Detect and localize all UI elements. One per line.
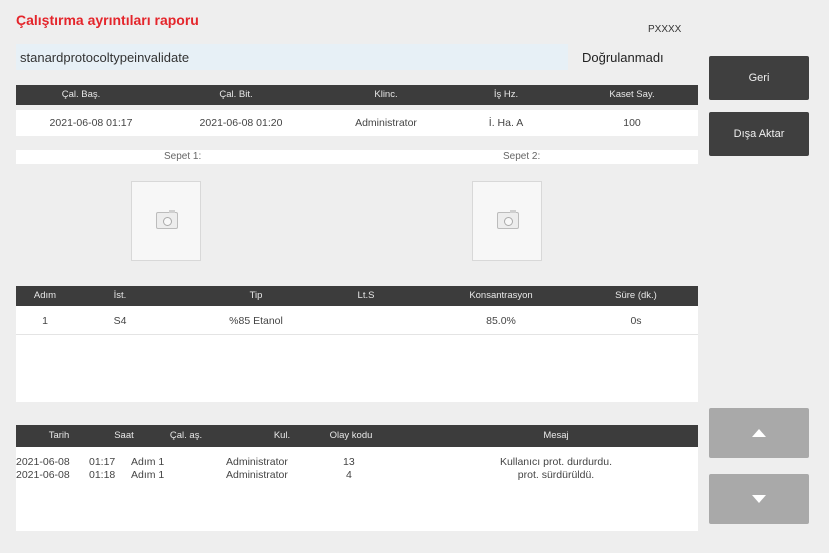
step-row[interactable]: 1 S4 %85 Etanol 85.0% 0s: [16, 310, 698, 330]
col-run-step: Çal. aş.: [169, 430, 203, 441]
col-date: Tarih: [48, 430, 70, 441]
report-title: Çalıştırma ayrıntıları raporu: [16, 12, 199, 28]
col-event-user: Kul.: [273, 430, 291, 441]
step-station: S4: [113, 315, 127, 327]
workflow-value: İ. Ha. A: [488, 117, 524, 129]
validation-status: Doğrulanmadı: [582, 50, 664, 65]
event-code: 4: [346, 469, 352, 481]
row-divider: [16, 334, 698, 335]
event-table-body: 2021-06-08 01:17 Adım 1 Administrator 13…: [16, 447, 698, 531]
run-start-value: 2021-06-08 01:17: [49, 117, 133, 129]
step-concentration: 85.0%: [486, 315, 516, 327]
camera-icon: [156, 210, 178, 229]
event-row[interactable]: 2021-06-08 01:17 Adım 1 Administrator 13…: [16, 456, 698, 468]
col-run-end: Çal. Bit.: [219, 89, 253, 100]
event-message: prot. sürdürüldü.: [517, 469, 595, 481]
col-step: Adım: [33, 290, 57, 301]
event-date: 2021-06-08: [16, 469, 70, 481]
user-value: Administrator: [355, 117, 417, 129]
col-message: Mesaj: [543, 430, 569, 441]
export-button[interactable]: Dışa Aktar: [709, 112, 809, 156]
event-time: 01:17: [89, 456, 116, 468]
down-arrow-icon: [752, 495, 766, 503]
col-event-code: Olay kodu: [329, 430, 373, 441]
camera-icon: [497, 210, 519, 229]
col-workflow: İş Hz.: [493, 89, 519, 100]
col-duration: Süre (dk.): [615, 290, 657, 301]
back-button[interactable]: Geri: [709, 56, 809, 100]
step-type: %85 Etanol: [229, 315, 283, 327]
basket-2-label: Sepet 2:: [503, 151, 541, 162]
event-message: Kullanıcı prot. durdurdu.: [499, 456, 613, 468]
col-concentration: Konsantrasyon: [469, 290, 533, 301]
step-duration: 0s: [630, 315, 642, 327]
run-end-value: 2021-06-08 01:20: [199, 117, 283, 129]
basket-1-image[interactable]: [131, 181, 201, 261]
event-date: 2021-06-08: [16, 456, 70, 468]
basket-bar: Sepet 1: Sepet 2:: [16, 150, 698, 164]
event-step: Adım 1: [131, 469, 165, 481]
cassette-count-value: 100: [623, 117, 641, 129]
protocol-name: stanardprotocoltypeinvalidate: [20, 50, 190, 65]
col-cassette-count: Kaset Say.: [609, 89, 655, 100]
event-table-header: Tarih Saat Çal. aş. Kul. Olay kodu Mesaj: [16, 425, 698, 447]
basket-1-label: Sepet 1:: [164, 151, 202, 162]
step-number: 1: [42, 315, 48, 327]
event-user: Administrator: [226, 456, 288, 468]
serial-number: PXXXX: [648, 24, 682, 35]
up-arrow-icon: [752, 429, 766, 437]
col-type: Tip: [249, 290, 263, 301]
run-table-header: Çal. Baş. Çal. Bit. Klinc. İş Hz. Kaset …: [16, 85, 698, 105]
col-run-start: Çal. Baş.: [61, 89, 101, 100]
event-code: 13: [343, 456, 355, 468]
scroll-down-button[interactable]: [709, 474, 809, 524]
scroll-up-button[interactable]: [709, 408, 809, 458]
col-time: Saat: [114, 430, 134, 441]
event-step: Adım 1: [131, 456, 165, 468]
run-table-row: 2021-06-08 01:17 2021-06-08 01:20 Admini…: [16, 110, 698, 136]
event-time: 01:18: [89, 469, 116, 481]
col-station: İst.: [113, 290, 127, 301]
basket-2-image[interactable]: [472, 181, 542, 261]
event-row[interactable]: 2021-06-08 01:18 Adım 1 Administrator 4 …: [16, 469, 698, 481]
event-user: Administrator: [226, 469, 288, 481]
col-user: Klinc.: [374, 89, 398, 100]
col-lts: Lt.S: [357, 290, 375, 301]
step-table-header: Adım İst. Tip Lt.S Konsantrasyon Süre (d…: [16, 286, 698, 306]
